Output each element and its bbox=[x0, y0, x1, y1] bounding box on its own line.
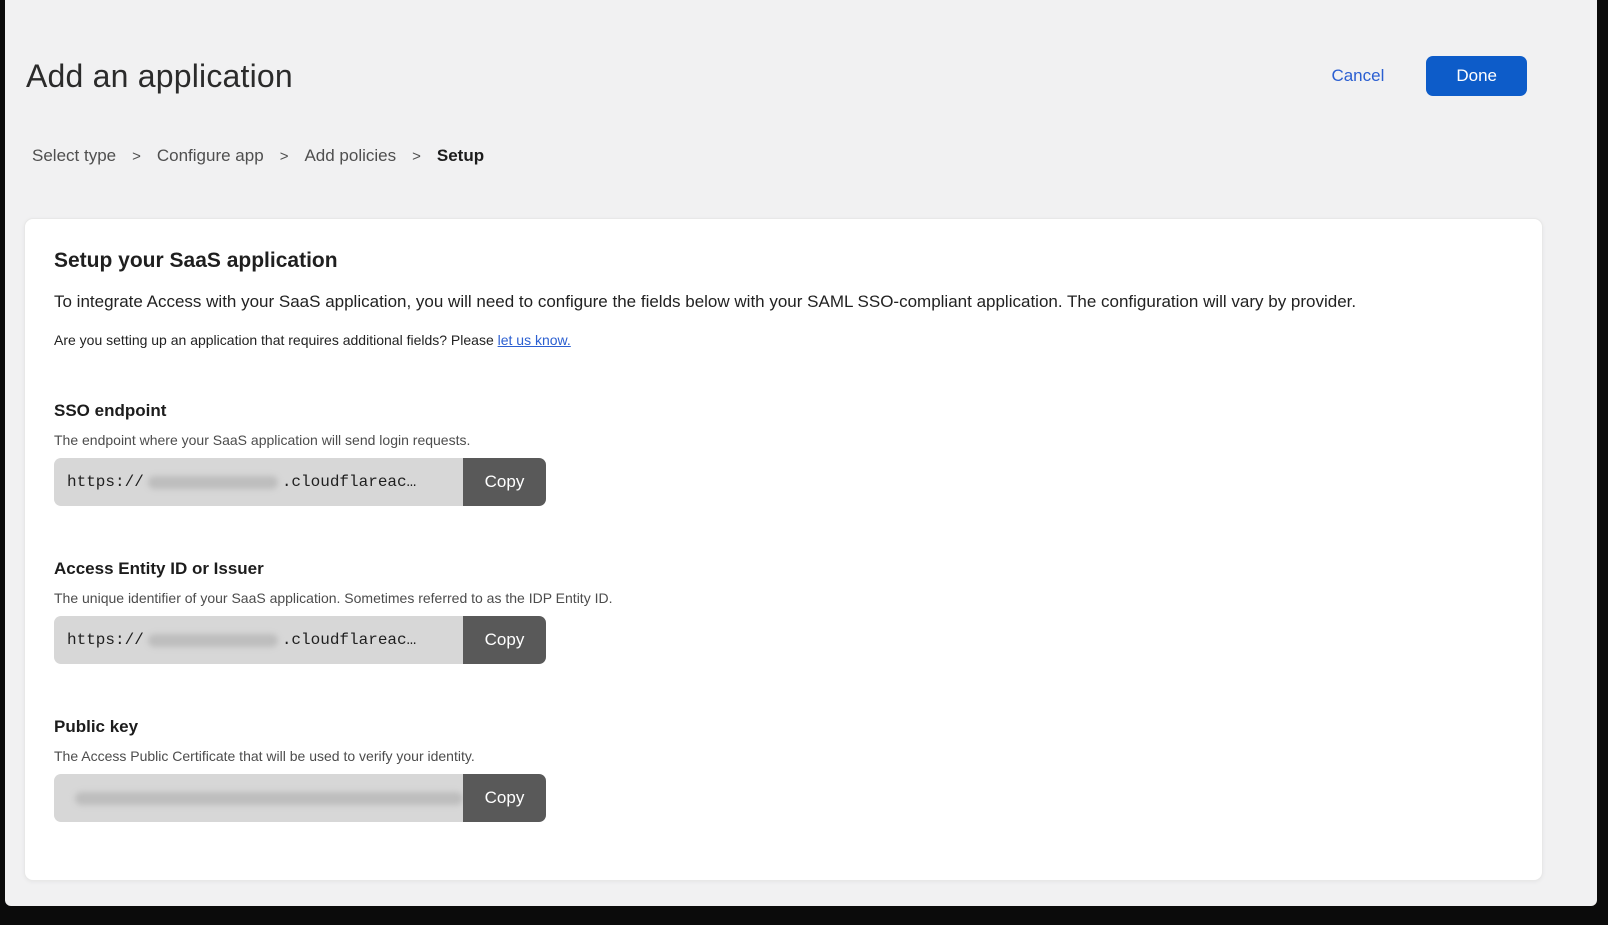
sso-endpoint-label: SSO endpoint bbox=[54, 401, 1513, 421]
access-entity-id-value-suffix: .cloudflareac… bbox=[282, 631, 416, 649]
access-entity-id-description: The unique identifier of your SaaS appli… bbox=[54, 590, 1513, 606]
public-key-value bbox=[54, 774, 463, 822]
redacted-text bbox=[148, 634, 278, 647]
sso-endpoint-value-suffix: .cloudflareac… bbox=[282, 473, 416, 491]
field-access-entity-id: Access Entity ID or Issuer The unique id… bbox=[54, 559, 1513, 664]
access-entity-id-value: https:// .cloudflareac… bbox=[54, 616, 463, 664]
let-us-know-link[interactable]: let us know. bbox=[498, 332, 571, 348]
card-heading: Setup your SaaS application bbox=[54, 249, 1513, 273]
breadcrumb-step-select-type[interactable]: Select type bbox=[32, 146, 116, 166]
setup-card: Setup your SaaS application To integrate… bbox=[24, 218, 1543, 881]
access-entity-id-value-prefix: https:// bbox=[67, 631, 144, 649]
public-key-row: Copy bbox=[54, 774, 546, 822]
field-public-key: Public key The Access Public Certificate… bbox=[54, 717, 1513, 822]
public-key-label: Public key bbox=[54, 717, 1513, 737]
sso-endpoint-value-prefix: https:// bbox=[67, 473, 144, 491]
access-entity-id-label: Access Entity ID or Issuer bbox=[54, 559, 1513, 579]
breadcrumb-separator: > bbox=[412, 148, 421, 165]
app-window: Add an application Cancel Done Select ty… bbox=[5, 0, 1597, 906]
access-entity-id-copy-button[interactable]: Copy bbox=[463, 616, 546, 664]
breadcrumb-separator: > bbox=[280, 148, 289, 165]
access-entity-id-row: https:// .cloudflareac… Copy bbox=[54, 616, 546, 664]
card-intro-text: To integrate Access with your SaaS appli… bbox=[54, 291, 1513, 313]
sso-endpoint-value: https:// .cloudflareac… bbox=[54, 458, 463, 506]
sso-endpoint-row: https:// .cloudflareac… Copy bbox=[54, 458, 546, 506]
sso-endpoint-description: The endpoint where your SaaS application… bbox=[54, 432, 1513, 448]
page-title: Add an application bbox=[26, 58, 293, 95]
header-actions: Cancel Done bbox=[1331, 56, 1527, 96]
field-sso-endpoint: SSO endpoint The endpoint where your Saa… bbox=[54, 401, 1513, 506]
redacted-text bbox=[75, 792, 463, 805]
done-button[interactable]: Done bbox=[1426, 56, 1527, 96]
public-key-copy-button[interactable]: Copy bbox=[463, 774, 546, 822]
card-note-text: Are you setting up an application that r… bbox=[54, 332, 494, 348]
redacted-text bbox=[148, 476, 278, 489]
cancel-button[interactable]: Cancel bbox=[1331, 66, 1384, 86]
page-header: Add an application Cancel Done bbox=[5, 0, 1597, 96]
breadcrumb-step-configure-app[interactable]: Configure app bbox=[157, 146, 264, 166]
breadcrumb: Select type > Configure app > Add polici… bbox=[32, 146, 1597, 166]
public-key-description: The Access Public Certificate that will … bbox=[54, 748, 1513, 764]
sso-endpoint-copy-button[interactable]: Copy bbox=[463, 458, 546, 506]
breadcrumb-step-add-policies[interactable]: Add policies bbox=[304, 146, 396, 166]
card-note: Are you setting up an application that r… bbox=[54, 332, 1513, 348]
breadcrumb-step-setup: Setup bbox=[437, 146, 484, 166]
breadcrumb-separator: > bbox=[132, 148, 141, 165]
